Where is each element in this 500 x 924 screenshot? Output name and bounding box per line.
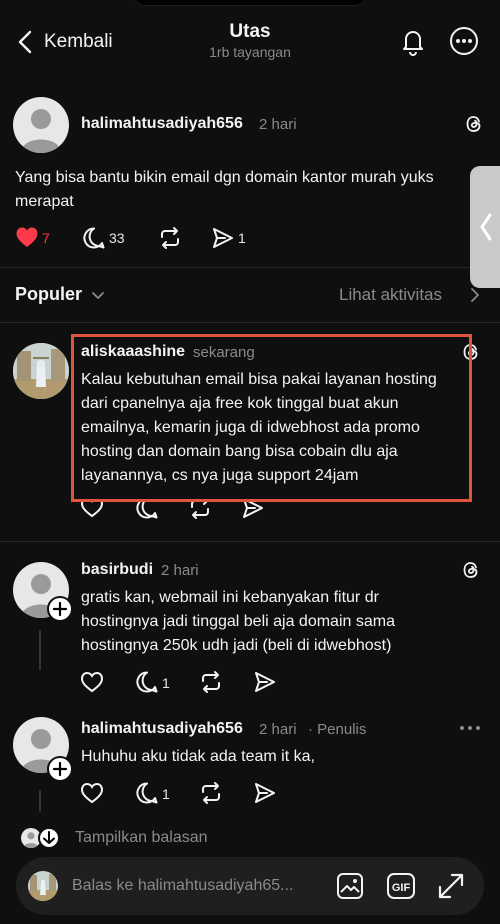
share-count: 1 xyxy=(238,230,246,246)
comment-icon[interactable] xyxy=(135,670,159,694)
heart-icon[interactable] xyxy=(80,671,104,693)
chevron-right-icon[interactable] xyxy=(468,287,482,303)
reply-input[interactable]: Balas ke halimahtusadiyah65... xyxy=(72,877,293,895)
reply-timestamp: 2 hari xyxy=(259,721,297,738)
thread-line xyxy=(39,790,41,812)
avatar[interactable] xyxy=(13,343,69,399)
heart-icon[interactable] xyxy=(80,500,104,518)
reply-author-username[interactable]: basirbudi xyxy=(81,561,153,579)
repost-icon[interactable] xyxy=(187,500,213,521)
divider xyxy=(0,267,500,268)
show-replies-link[interactable]: Tampilkan balasan xyxy=(75,829,208,847)
comment-count: 1 xyxy=(162,675,170,691)
share-icon[interactable] xyxy=(253,781,277,805)
comment-count: 33 xyxy=(109,230,125,246)
view-activity-link[interactable]: Lihat aktivitas xyxy=(339,285,442,305)
arrow-down-icon xyxy=(38,827,60,849)
repost-icon[interactable] xyxy=(198,780,224,806)
reply-author-username[interactable]: halimahtusadiyah656 xyxy=(81,720,243,738)
threads-logo-icon xyxy=(462,112,486,136)
highlight-box xyxy=(71,334,472,502)
divider xyxy=(0,322,500,323)
heart-filled-icon[interactable] xyxy=(15,226,39,248)
threads-logo-icon xyxy=(459,558,483,582)
follow-plus-icon[interactable] xyxy=(47,756,73,782)
heart-icon[interactable] xyxy=(80,782,104,804)
reply-text-line: hostingnya jadi tinggal beli aja domain … xyxy=(81,613,395,630)
like-count: 7 xyxy=(42,230,50,246)
reply-text-line: hostingnya 250k udh jadi (beli di idwebh… xyxy=(81,637,392,654)
bell-icon[interactable] xyxy=(398,26,428,56)
reply-text-line: gratis kan, webmail ini kebanyakan fitur… xyxy=(81,589,379,606)
share-icon[interactable] xyxy=(211,226,235,250)
post-author-username[interactable]: halimahtusadiyah656 xyxy=(81,115,243,133)
share-icon[interactable] xyxy=(253,670,277,694)
reply-text-line: Huhuhu aku tidak ada team it ka, xyxy=(81,748,315,765)
follow-plus-icon[interactable] xyxy=(47,596,73,622)
ellipsis-icon[interactable] xyxy=(457,716,483,740)
sort-dropdown-label[interactable]: Populer xyxy=(15,284,82,305)
repost-icon[interactable] xyxy=(198,669,224,695)
avatar[interactable] xyxy=(13,97,69,153)
thread-line xyxy=(39,630,41,670)
more-options-icon[interactable] xyxy=(448,25,480,57)
svg-text:GIF: GIF xyxy=(392,882,411,894)
comment-icon[interactable] xyxy=(82,226,106,250)
repost-icon[interactable] xyxy=(157,225,183,251)
show-replies-avatars[interactable] xyxy=(21,826,61,850)
chevron-left-icon xyxy=(480,213,492,241)
post-text-line: merapat xyxy=(15,193,74,210)
reply-actions xyxy=(80,500,280,522)
reply-timestamp: 2 hari xyxy=(161,562,199,579)
comment-icon[interactable] xyxy=(135,781,159,805)
share-icon[interactable] xyxy=(241,500,265,520)
comment-icon[interactable] xyxy=(135,500,159,520)
gif-icon[interactable]: GIF xyxy=(386,871,416,901)
author-tag: · Penulis xyxy=(308,721,367,738)
divider xyxy=(0,541,500,542)
avatar xyxy=(28,871,58,901)
device-notch xyxy=(132,0,368,6)
expand-icon[interactable] xyxy=(436,871,466,901)
chevron-down-icon[interactable] xyxy=(90,287,106,303)
image-icon[interactable] xyxy=(335,871,365,901)
post-text-line: Yang bisa bantu bikin email dgn domain k… xyxy=(15,169,434,186)
comment-count: 1 xyxy=(162,786,170,802)
post-timestamp: 2 hari xyxy=(259,116,297,133)
side-panel-handle[interactable] xyxy=(470,166,500,288)
